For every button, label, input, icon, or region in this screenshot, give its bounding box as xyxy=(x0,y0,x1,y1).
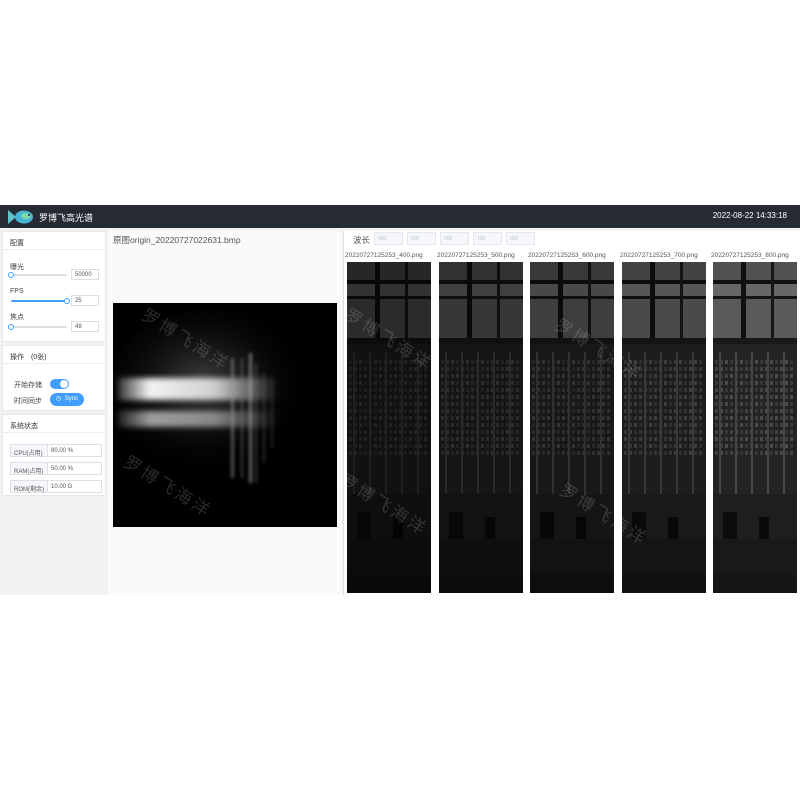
band-image-caption: 20220727125253_500.png xyxy=(437,252,515,259)
band-image xyxy=(713,262,797,593)
exposure-slider-handle[interactable] xyxy=(8,272,14,278)
focus-slider[interactable] xyxy=(8,324,67,330)
app-window: 罗博飞高光谱 2022-08-22 14:33:18 配置 曝光 50000 F… xyxy=(0,205,800,595)
operations-panel-title: 操作 (0张) xyxy=(3,346,105,364)
band-image-caption: 20220727125253_600.png xyxy=(528,252,606,259)
toggle-knob xyxy=(60,380,68,388)
fps-slider-handle[interactable] xyxy=(64,298,70,304)
app-title: 罗博飞高光谱 xyxy=(39,213,94,223)
fps-input[interactable]: 25 xyxy=(71,295,99,306)
cpu-status-value: 80.00 % xyxy=(51,448,74,454)
ram-status-row: RAM(占用) 50.00 % xyxy=(10,462,102,475)
wavelength-input-800[interactable]: 800 xyxy=(506,232,535,245)
ram-status-key: RAM(占用) xyxy=(11,463,48,475)
datetime-display: 2022-08-22 14:33:18 xyxy=(712,211,787,220)
config-panel-title: 配置 xyxy=(3,232,105,250)
operations-panel: 操作 (0张) 开始存储 时间同步 ◷ Sync xyxy=(2,345,106,411)
focus-input[interactable]: 48 xyxy=(71,321,99,332)
ram-status-value: 50.00 % xyxy=(51,466,74,472)
wavelength-input-400[interactable]: 400 xyxy=(374,232,403,245)
band-image xyxy=(622,262,706,593)
save-toggle-label: 开始存储 xyxy=(14,382,42,389)
origin-image-title: 原图origin_20220727022631.bmp xyxy=(113,235,241,245)
focus-slider-handle[interactable] xyxy=(8,324,14,330)
exposure-input[interactable]: 50000 xyxy=(71,269,99,280)
origin-image: 罗博飞海洋 罗博飞海洋 xyxy=(103,303,337,527)
rom-status-row: ROM(剩余) 10.00 G xyxy=(10,480,102,493)
wavelength-input-600[interactable]: 600 xyxy=(440,232,469,245)
band-image xyxy=(439,262,523,593)
fps-slider[interactable] xyxy=(11,298,70,304)
operations-title: 操作 xyxy=(10,354,24,361)
system-status-title: 系统状态 xyxy=(3,415,105,433)
top-header: 罗博飞高光谱 2022-08-22 14:33:18 xyxy=(0,205,800,228)
fish-logo-icon xyxy=(8,210,33,224)
exposure-label: 曝光 xyxy=(10,264,24,271)
image-count: (0张) xyxy=(30,354,47,361)
origin-image-panel: 原图origin_20220727022631.bmp xyxy=(103,231,342,595)
cpu-status-key: CPU(占用) xyxy=(11,445,48,457)
system-status-panel: 系统状态 CPU(占用) 80.00 % RAM(占用) 50.00 % ROM… xyxy=(2,414,106,496)
fps-label: FPS xyxy=(10,288,24,295)
focus-label: 焦点 xyxy=(10,314,24,321)
band-image-caption: 20220727125253_800.png xyxy=(711,252,789,259)
band-image-caption: 20220727125253_700.png xyxy=(620,252,698,259)
rom-status-value: 10.00 G xyxy=(51,484,73,490)
rom-status-key: ROM(剩余) xyxy=(11,481,48,493)
band-image xyxy=(347,262,431,593)
cpu-status-row: CPU(占用) 80.00 % xyxy=(10,444,102,457)
config-panel: 配置 曝光 50000 FPS 25 焦点 48 xyxy=(2,231,106,342)
band-image-caption: 20220727125253_400.png xyxy=(345,252,423,259)
wavelength-input-500[interactable]: 500 xyxy=(407,232,436,245)
save-toggle[interactable] xyxy=(50,379,69,389)
origin-spectrum-svg xyxy=(103,303,337,527)
exposure-slider[interactable] xyxy=(8,272,67,278)
clock-icon: ◷ xyxy=(55,396,62,402)
band-image xyxy=(530,262,614,593)
wavelength-input-700[interactable]: 700 xyxy=(473,232,502,245)
fps-slider-fill xyxy=(11,300,67,302)
wavelength-label: 波长 xyxy=(353,235,371,245)
wavelength-panel: 波长 400 500 600 700 800 20220727125253_40… xyxy=(336,231,800,595)
time-sync-label: 时间同步 xyxy=(14,398,42,405)
sync-button-label: Sync xyxy=(64,396,79,402)
sync-button[interactable]: ◷ Sync xyxy=(50,393,84,406)
